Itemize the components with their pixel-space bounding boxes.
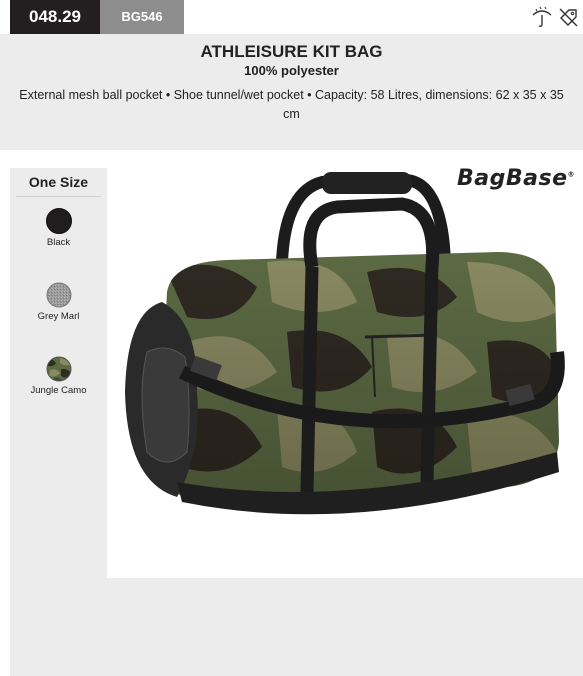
swatch-item-jungle-camo[interactable]: Jungle Camo: [10, 356, 107, 396]
color-swatch-black[interactable]: [45, 208, 72, 234]
color-swatch-jungle-camo[interactable]: [46, 356, 72, 382]
color-swatch-grey-marl[interactable]: [46, 282, 72, 308]
lower-panel: [107, 578, 583, 676]
product-description: External mesh ball pocket • Shoe tunnel/…: [19, 88, 564, 121]
swatch-label: Jungle Camo: [30, 385, 87, 396]
swatch-label: Grey Marl: [37, 311, 80, 322]
size-label: One Size: [16, 172, 101, 197]
product-header: ATHLEISURE KIT BAG 100% polyester Extern…: [0, 34, 583, 150]
product-image-panel: BagBase®: [107, 152, 583, 578]
swatch-item-grey-marl[interactable]: Grey Marl: [10, 282, 107, 322]
product-code: 048.29: [10, 0, 100, 34]
color-sidebar: One Size Black Grey Marl Jungle Camo: [10, 168, 107, 676]
swatch-label: Black: [46, 237, 71, 248]
product-material: 100% polyester: [244, 63, 339, 78]
no-bleach-icon: [559, 8, 578, 27]
care-icons: [531, 4, 579, 30]
product-title: ATHLEISURE KIT BAG: [200, 42, 383, 61]
bag-image: [125, 172, 565, 515]
product-ref: BG546: [100, 0, 184, 34]
swatch-item-black[interactable]: Black: [10, 208, 107, 248]
top-bar: 048.29 BG546: [0, 0, 583, 34]
wash-care-icon: [532, 6, 552, 27]
